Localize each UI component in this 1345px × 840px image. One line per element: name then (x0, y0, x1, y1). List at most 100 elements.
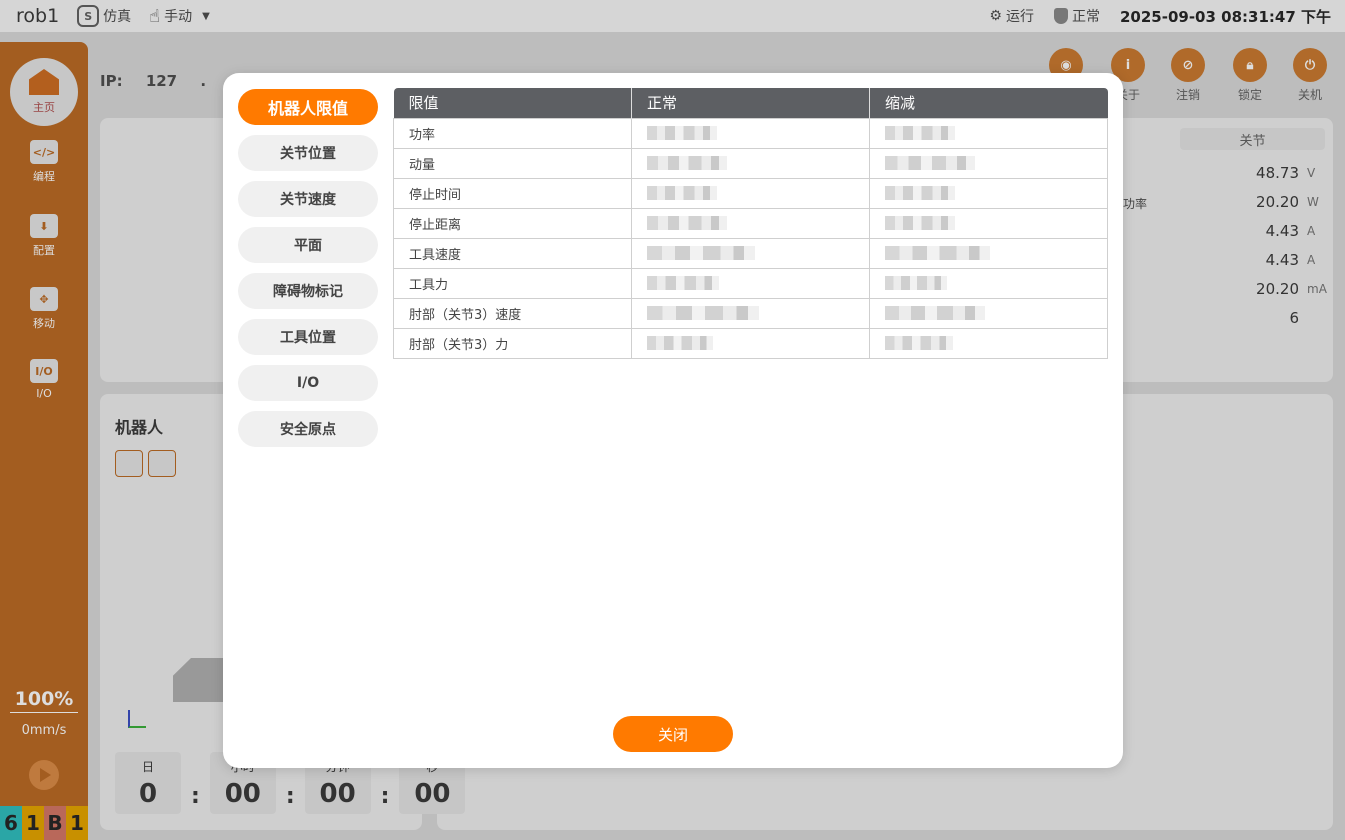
time-separator: : (285, 783, 295, 809)
column-header-reduced: 缩减 (869, 88, 1108, 118)
normal-value-redacted (631, 327, 870, 359)
topbar-right: ⚙ 运行 正常 2025-09-03 08:31:47 下午 (989, 0, 1331, 32)
metric-value: 20.20 (1256, 193, 1299, 211)
axis-icon (128, 710, 146, 728)
robot-name: rob1 (16, 5, 60, 27)
sidebar-item-config[interactable]: ⬇ 配置 (0, 214, 88, 258)
metric-unit: A (1307, 253, 1316, 267)
tab-tool-position[interactable]: 工具位置 (238, 319, 378, 355)
limit-name: 停止时间 (393, 177, 632, 209)
shutdown-button[interactable]: ⏻ 关机 (1293, 48, 1327, 103)
table-row: 功率 (393, 117, 1108, 149)
move-icon: ✥ (30, 287, 58, 311)
table-row: 动量 (393, 147, 1108, 179)
normal-value-redacted (631, 117, 870, 149)
metric-row: 48.73 V (1256, 164, 1325, 182)
normal-value-redacted (631, 297, 870, 329)
limit-name: 工具力 (393, 267, 632, 299)
tab-robot-limits[interactable]: 机器人限值 (238, 89, 378, 125)
robot-view-button[interactable] (148, 450, 176, 477)
metric-row: 6 (1289, 309, 1325, 327)
download-icon: ⬇ (30, 214, 58, 238)
lock-button[interactable]: 🔒︎ 锁定 (1233, 48, 1267, 103)
metric-unit: V (1307, 166, 1316, 180)
hand-icon: ☝ (149, 5, 161, 27)
block-icon: ⊘ (1171, 48, 1205, 82)
tab-joint[interactable]: 关节 (1180, 128, 1325, 150)
tab-safety-home[interactable]: 安全原点 (238, 411, 378, 447)
base-view-button[interactable] (115, 450, 143, 477)
speed-mms: 0mm/s (21, 723, 67, 738)
sidebar-item-label: 主页 (33, 101, 55, 114)
sidebar-item-home[interactable]: 主页 (10, 58, 78, 126)
reduced-value-redacted (869, 267, 1108, 299)
counter-badge: 1 (22, 806, 44, 840)
code-icon: </> (30, 140, 58, 164)
time-value: 00 (224, 779, 261, 809)
time-value: 00 (414, 779, 451, 809)
tab-io[interactable]: I/O (238, 365, 378, 401)
datetime: 2025-09-03 08:31:47 下午 (1119, 7, 1331, 26)
reduced-value-redacted (869, 147, 1108, 179)
logout-button[interactable]: ⊘ 注销 (1171, 48, 1205, 103)
metric-value: 4.43 (1265, 251, 1299, 269)
state-label: 正常 (1071, 9, 1100, 25)
table-row: 肘部（关节3）力 (393, 327, 1108, 359)
shutdown-label: 关机 (1297, 88, 1322, 102)
column-header-limit: 限值 (393, 88, 632, 118)
table-row: 工具力 (393, 267, 1108, 299)
normal-value-redacted (631, 177, 870, 209)
lock-label: 锁定 (1237, 88, 1262, 102)
chevron-down-icon: ▼ (202, 10, 210, 22)
sim-toggle[interactable]: S 仿真 (77, 5, 131, 27)
mode-label: 手动 (164, 9, 193, 25)
metric-value: 48.73 (1256, 164, 1299, 182)
metric-unit: A (1307, 224, 1316, 238)
tab-joint-position[interactable]: 关节位置 (238, 135, 378, 171)
limits-table: 限值 正常 缩减 功率 动量 停止时间 停止距离 工具速度 工具力 肘部（关节3… (393, 88, 1108, 359)
normal-value-redacted (631, 207, 870, 239)
sidebar-item-move[interactable]: ✥ 移动 (0, 287, 88, 331)
tab-plane[interactable]: 平面 (238, 227, 378, 263)
safety-status: 正常 (1053, 6, 1100, 26)
counter-badge: 6 (0, 806, 22, 840)
sidebar-item-io[interactable]: I/O I/O (0, 359, 88, 400)
top-bar: rob1 S 仿真 ☝ 手动 ▼ ⚙ 运行 正常 2025-09-03 08:3… (0, 0, 1345, 32)
limits-tab-list: 机器人限值 关节位置 关节速度 平面 障碍物标记 工具位置 I/O 安全原点 (238, 89, 378, 457)
sim-icon: S (77, 5, 100, 27)
speed-display: 100% 0mm/s (10, 688, 78, 738)
mode-dropdown[interactable]: ☝ 手动 ▼ (149, 6, 210, 27)
metric-row: 20.20 mA (1256, 280, 1327, 298)
tab-obstacle-marker[interactable]: 障碍物标记 (238, 273, 378, 309)
time-separator: : (191, 783, 200, 809)
ip-part: 127 (145, 72, 178, 90)
shield-icon (1053, 8, 1068, 24)
counter-badge: B (44, 806, 66, 840)
sidebar-item-label: 移动 (33, 317, 55, 330)
sidebar: 主页 </> 编程 ⬇ 配置 ✥ 移动 I/O I/O 100% 0mm/s 6… (0, 42, 88, 840)
tab-joint-speed[interactable]: 关节速度 (238, 181, 378, 217)
reduced-value-redacted (869, 207, 1108, 239)
limit-name: 功率 (393, 117, 632, 149)
play-button[interactable] (29, 760, 59, 790)
table-header-row: 限值 正常 缩减 (393, 88, 1108, 118)
limit-name: 动量 (393, 147, 632, 179)
table-row: 停止距离 (393, 207, 1108, 239)
safety-limits-dialog: 机器人限值 关节位置 关节速度 平面 障碍物标记 工具位置 I/O 安全原点 限… (223, 73, 1123, 768)
logout-label: 注销 (1175, 88, 1200, 102)
metric-row: 4.43 A (1266, 222, 1325, 240)
ip-label: IP: (100, 72, 123, 90)
metric-value: 20.20 (1256, 280, 1299, 298)
time-separator: : (380, 783, 390, 809)
reduced-value-redacted (869, 327, 1108, 359)
sidebar-item-program[interactable]: </> 编程 (0, 140, 88, 184)
close-button[interactable]: 关闭 (613, 716, 733, 752)
reduced-value-redacted (869, 117, 1108, 149)
run-label: 运行 (1005, 9, 1034, 25)
sidebar-item-label: 编程 (33, 170, 55, 183)
metric-partial-label: 功率 (1123, 197, 1148, 211)
counter-badge: 1 (66, 806, 88, 840)
lock-icon: 🔒︎ (1233, 48, 1267, 82)
sidebar-item-label: I/O (36, 387, 52, 400)
table-row: 工具速度 (393, 237, 1108, 269)
